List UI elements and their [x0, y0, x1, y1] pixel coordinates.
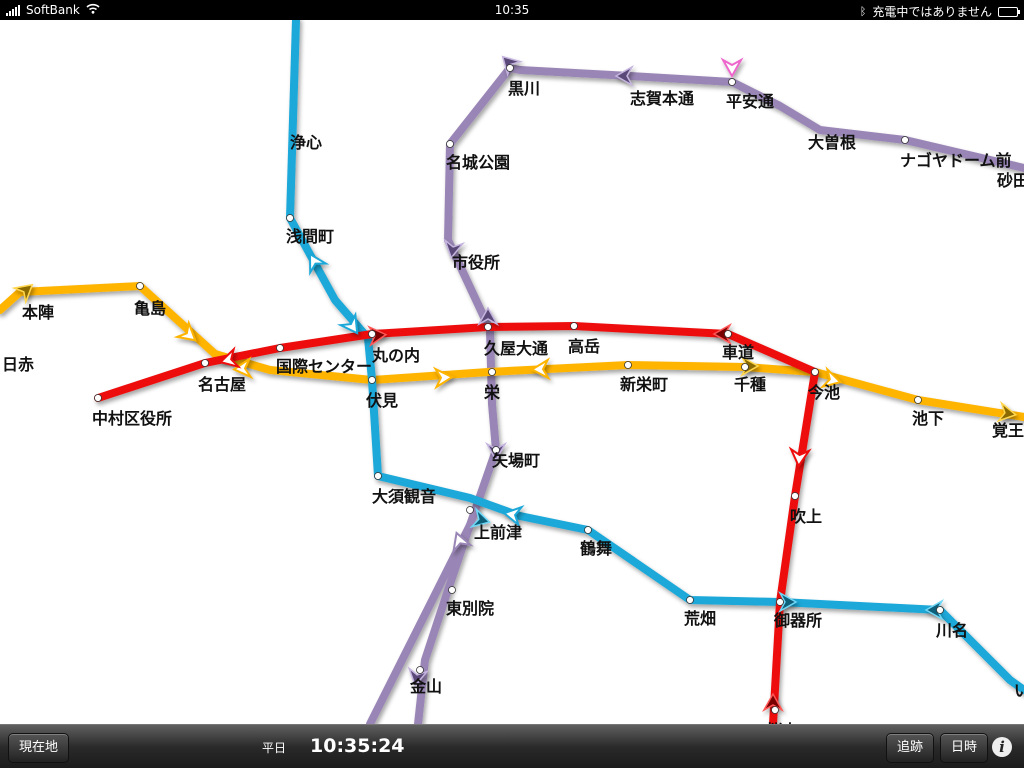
- station-label: ナゴヤドーム前: [900, 151, 1012, 170]
- current-location-button[interactable]: 現在地: [8, 733, 70, 763]
- station-label: 本陣: [22, 303, 54, 322]
- station-label: 東別院: [446, 599, 494, 618]
- station-label: 千種: [734, 375, 766, 394]
- station-labels: 浄心 浅間町 本陣 亀島 日赤 名古屋 国際センター 丸の内 伏見 中村区役所 …: [2, 79, 1024, 724]
- station-label: 大須観音: [372, 487, 436, 506]
- datetime-button[interactable]: 日時: [940, 733, 989, 763]
- station-label: 御器所: [773, 611, 822, 630]
- trace-button[interactable]: 追跡: [886, 733, 935, 763]
- charging-label: 充電中ではありません: [872, 5, 992, 19]
- station-label: 矢場町: [492, 451, 540, 470]
- station-label: 丸の内: [371, 346, 420, 365]
- bluetooth-icon: ᛒ: [859, 5, 867, 18]
- station-label: 久屋大通: [484, 339, 548, 358]
- station-label: 新栄町: [620, 375, 668, 394]
- station-label: 亀島: [134, 299, 166, 318]
- station-label: 名城公園: [446, 153, 510, 172]
- info-icon[interactable]: i: [992, 737, 1012, 757]
- station-label: 市役所: [452, 253, 500, 272]
- station-label: 川名: [935, 621, 968, 640]
- station-label: 砂田: [997, 171, 1024, 190]
- battery-icon: [998, 6, 1020, 17]
- station-label: 車道: [722, 343, 754, 362]
- station-label: 金山: [409, 677, 442, 696]
- station-label: 浅間町: [286, 227, 334, 246]
- station-label: 日赤: [2, 355, 34, 374]
- station-label: 覚王: [992, 421, 1024, 440]
- bottom-toolbar: 現在地 平日 10:35:24 追跡 日時 i: [0, 724, 1024, 768]
- station-label: 国際センター: [276, 357, 372, 376]
- station-label: 名古屋: [198, 375, 246, 394]
- station-label: 黒川: [508, 79, 540, 98]
- station-label: 伏見: [366, 391, 398, 410]
- station-label: 浄心: [290, 133, 322, 152]
- subway-map[interactable]: 浄心 浅間町 本陣 亀島 日赤 名古屋 国際センター 丸の内 伏見 中村区役所 …: [0, 20, 1024, 724]
- station-label: 志賀本通: [630, 89, 694, 108]
- day-type-label: 平日: [262, 741, 287, 755]
- station-label: 今池: [807, 383, 840, 402]
- station-label: 池下: [912, 409, 944, 428]
- station-label: 栄: [483, 383, 501, 402]
- station-label: 上前津: [474, 523, 522, 542]
- status-bar: SoftBank 10:35 ᛒ 充電中ではありません: [0, 0, 1024, 20]
- station-label: 中村区役所: [92, 409, 172, 428]
- station-label: 荒畑: [683, 609, 716, 628]
- station-label: い: [1014, 681, 1024, 700]
- station-label: 大曽根: [808, 133, 856, 152]
- clock-display: 10:35:24: [310, 735, 405, 757]
- station-label: 高岳: [568, 337, 600, 356]
- station-label: 吹上: [790, 507, 822, 526]
- station-label: 鶴舞: [580, 539, 612, 558]
- station-label: 平安通: [726, 92, 774, 111]
